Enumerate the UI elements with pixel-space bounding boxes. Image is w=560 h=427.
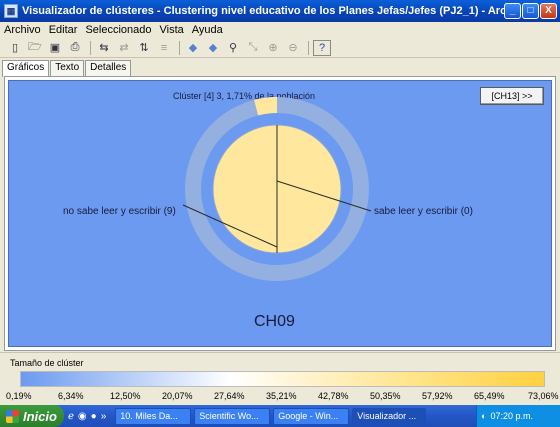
legend-tick-label: 0,19% xyxy=(6,391,32,401)
legend-tick-label: 50,35% xyxy=(370,391,401,401)
menu-ayuda[interactable]: Ayuda xyxy=(192,24,223,36)
legend-tick-label: 27,64% xyxy=(214,391,245,401)
legend-tick-label: 12,50% xyxy=(110,391,141,401)
menu-bar: Archivo Editar Seleccionado Vista Ayuda xyxy=(0,22,560,38)
firefox-icon[interactable]: ● xyxy=(91,411,97,422)
help-icon[interactable]: ? xyxy=(313,39,331,56)
legend-tick-label: 6,34% xyxy=(58,391,84,401)
cluster-size-legend: Tamaño de clúster 0,19% 6,34% 12,50% 20,07%… xyxy=(0,352,560,405)
open-icon[interactable]: 🗁 xyxy=(26,40,44,56)
maximize-button[interactable]: □ xyxy=(522,3,539,19)
size-gradient-bar[interactable] xyxy=(20,371,545,387)
more-chevron-icon[interactable]: » xyxy=(101,411,107,422)
legend-tick-label: 20,07% xyxy=(162,391,193,401)
zoom-out-icon[interactable]: ⊖ xyxy=(284,40,302,56)
toolbar: ▯ 🗁 ▣ ⎙ ⇆ ⇄ ⇅ ≡ ◆ ◆ ⚲ ⤡ ⊕ ⊖ ? xyxy=(0,38,560,58)
app-window: ▦ Visualizador de clústeres - Clustering… xyxy=(0,0,560,405)
chart-panel: Clúster [4] 3, 1,71% de la población [CH… xyxy=(4,76,556,351)
menu-seleccionado[interactable]: Seleccionado xyxy=(85,24,151,36)
cluster-code: CH09 xyxy=(254,313,295,330)
filter-icon[interactable]: ≡ xyxy=(155,40,173,56)
refresh-icon[interactable]: ⇆ xyxy=(95,40,113,56)
legend-tick-label: 35,21% xyxy=(266,391,297,401)
print-icon[interactable]: ⎙ xyxy=(66,40,84,56)
view-tabs: Gráficos Texto Detalles xyxy=(2,60,132,77)
toolbar-separator xyxy=(308,40,309,55)
clock: 07:20 p.m. xyxy=(490,411,533,421)
legend-ticks: 0,19% 6,34% 12,50% 20,07% 27,64% 35,21% 42,78%… xyxy=(0,391,560,403)
menu-editar[interactable]: Editar xyxy=(49,24,78,36)
minimize-button[interactable]: _ xyxy=(504,3,521,19)
sort-icon[interactable]: ⇅ xyxy=(135,40,153,56)
legend-tick-label: 73,06% xyxy=(528,391,559,401)
tab-detalles[interactable]: Detalles xyxy=(85,60,132,76)
start-label: Inicio xyxy=(23,408,57,424)
explorer-icon[interactable]: ◉ xyxy=(78,411,87,422)
new-icon[interactable]: ▯ xyxy=(6,40,24,56)
menu-archivo[interactable]: Archivo xyxy=(4,24,41,36)
tab-graficos[interactable]: Gráficos xyxy=(2,60,50,77)
find-icon[interactable]: ⚲ xyxy=(224,40,242,56)
title-bar[interactable]: ▦ Visualizador de clústeres - Clustering… xyxy=(0,0,560,22)
legend-title: Tamaño de clúster xyxy=(10,358,84,368)
quick-launch: ℯ ◉ ● » xyxy=(68,411,110,422)
zoom-area-icon[interactable]: ⤡ xyxy=(244,40,262,56)
legend-tick-label: 65,49% xyxy=(474,391,505,401)
start-button[interactable]: Inicio xyxy=(0,405,64,427)
save-icon[interactable]: ▣ xyxy=(46,40,64,56)
task-google[interactable]: Google - Win... xyxy=(273,407,350,425)
taskbar: Inicio ℯ ◉ ● » 10. Miles Da... Scientifi… xyxy=(0,405,560,427)
app-icon: ▦ xyxy=(4,4,18,18)
volume-icon[interactable]: ◐ xyxy=(481,411,486,421)
window-title: Visualizador de clústeres - Clustering n… xyxy=(22,5,512,17)
ie-icon[interactable]: ℯ xyxy=(68,411,74,422)
legend-tick-label: 42,78% xyxy=(318,391,349,401)
task-miles-davis[interactable]: 10. Miles Da... xyxy=(115,407,192,425)
swap-icon[interactable]: ⇄ xyxy=(115,40,133,56)
back-icon[interactable]: ◆ xyxy=(184,40,202,56)
zoom-in-icon[interactable]: ⊕ xyxy=(264,40,282,56)
tab-texto[interactable]: Texto xyxy=(50,60,85,76)
legend-tick-label: 57,92% xyxy=(422,391,453,401)
system-tray: ◐ 07:20 p.m. xyxy=(476,405,560,427)
task-scientific[interactable]: Scientific Wo... xyxy=(194,407,271,425)
forward-icon[interactable]: ◆ xyxy=(204,40,222,56)
toolbar-separator xyxy=(90,40,91,55)
outer-ring-highlight xyxy=(254,97,277,116)
label-sabe-leer: sabe leer y escribir (0) xyxy=(374,206,473,217)
task-visualizador[interactable]: Visualizador ... xyxy=(352,407,427,425)
windows-logo-icon xyxy=(6,409,19,423)
cluster-chart: Clúster [4] 3, 1,71% de la población [CH… xyxy=(8,80,552,347)
close-button[interactable]: X xyxy=(540,3,557,19)
menu-vista[interactable]: Vista xyxy=(160,24,184,36)
toolbar-separator xyxy=(179,40,180,55)
label-no-sabe-leer: no sabe leer y escribir (9) xyxy=(63,206,176,217)
